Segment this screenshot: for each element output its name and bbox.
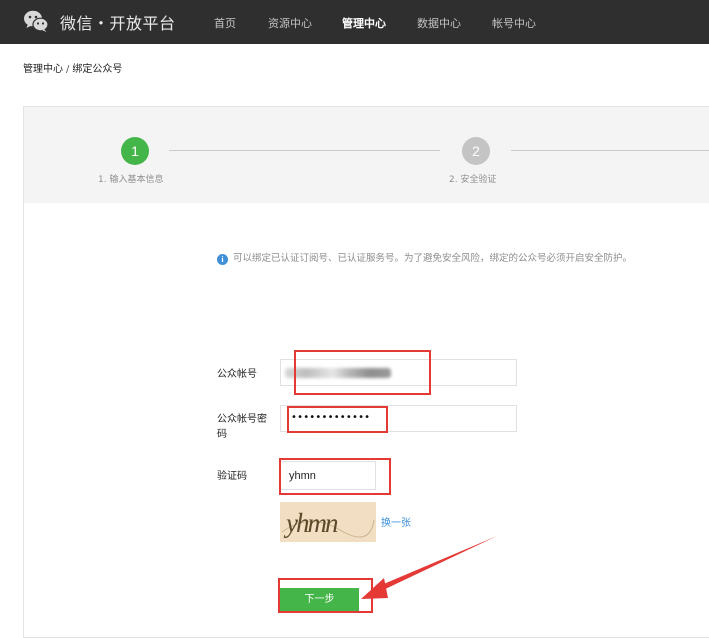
step-1-label: 1. 输入基本信息: [98, 175, 164, 185]
highlight-box-password: [287, 406, 388, 433]
password-label: 公众帐号密码: [217, 414, 267, 440]
highlight-box-next: [278, 578, 373, 613]
step-2-circle: 2: [462, 137, 490, 165]
breadcrumb-management[interactable]: 管理中心: [23, 64, 63, 75]
captcha-refresh-link[interactable]: 换一张: [381, 514, 411, 529]
captcha-image[interactable]: yhmn: [280, 502, 376, 542]
breadcrumb-current: 绑定公众号: [72, 64, 123, 75]
step-connector-line-2: [511, 150, 709, 151]
brand-title[interactable]: 微信・开放平台: [60, 10, 176, 34]
captcha-image-text: yhmn: [283, 508, 338, 538]
notice-text: i 可以绑定已认证订阅号、已认证服务号。为了避免安全风险，绑定的公众号必须开启安全…: [217, 250, 632, 265]
wechat-logo-icon[interactable]: [23, 9, 49, 33]
nav-home[interactable]: 首页: [214, 15, 236, 31]
step-indicator: 1 2 1. 输入基本信息 2. 安全验证: [24, 107, 709, 203]
step-1-circle: 1: [121, 137, 149, 165]
captcha-label: 验证码: [217, 471, 247, 482]
step-connector-line: [169, 150, 440, 151]
account-label: 公众帐号: [217, 369, 257, 380]
nav-resources[interactable]: 资源中心: [268, 15, 312, 31]
step-2-label: 2. 安全验证: [449, 175, 497, 185]
info-icon: i: [217, 254, 228, 265]
notice-message: 可以绑定已认证订阅号、已认证服务号。为了避免安全风险，绑定的公众号必须开启安全防…: [233, 253, 633, 264]
nav-account[interactable]: 帐号中心: [492, 15, 536, 31]
captcha-image-graphic: yhmn: [280, 502, 376, 542]
breadcrumb-separator: /: [66, 64, 70, 75]
highlight-box-captcha: [279, 458, 391, 495]
breadcrumb: 管理中心 / 绑定公众号: [23, 60, 122, 75]
highlight-box-account: [294, 350, 431, 395]
nav-management[interactable]: 管理中心: [342, 15, 386, 31]
top-navbar: 微信・开放平台 首页 资源中心 管理中心 数据中心 帐号中心: [0, 0, 709, 44]
nav-data[interactable]: 数据中心: [417, 15, 461, 31]
